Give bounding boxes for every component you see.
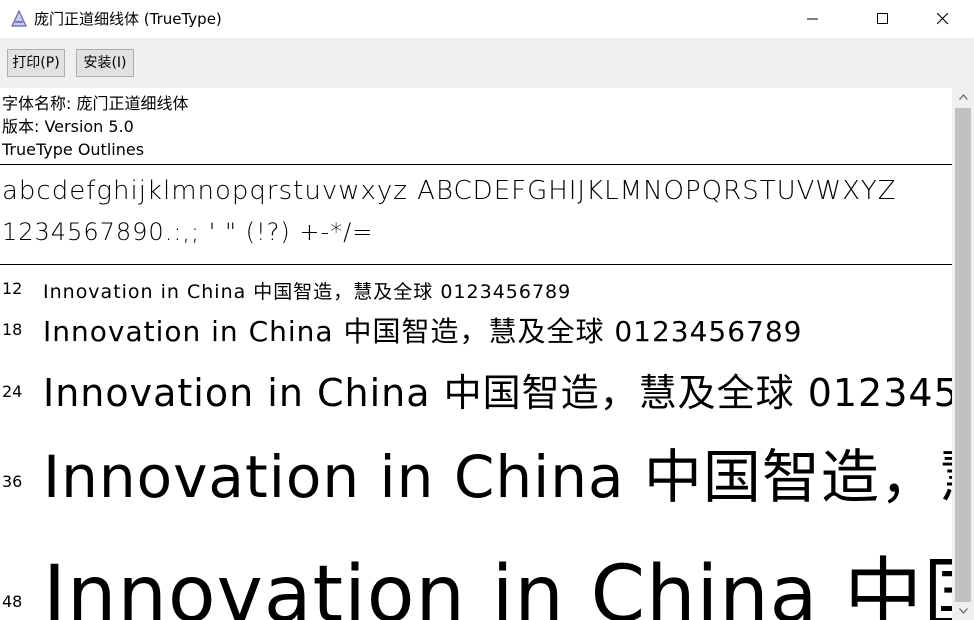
- sample-row-36: 36 Innovation in China 中国智造，慧及全球 0123456…: [0, 430, 952, 511]
- install-button[interactable]: 安装(I): [76, 49, 134, 77]
- scroll-thumb[interactable]: [955, 108, 971, 602]
- toolbar: 打印(P) 安装(I): [0, 38, 974, 88]
- font-version-label: 版本: Version 5.0: [2, 117, 134, 136]
- sample-row-48: 48 Innovation in China 中国智造，慧及全球 0123456…: [0, 528, 952, 620]
- charset-letters: abcdefghijklmnopqrstuvwxyz ABCDEFGHIJKLM…: [2, 176, 897, 206]
- print-button[interactable]: 打印(P): [7, 49, 65, 77]
- sample-text: Innovation in China 中国智造，慧及全球 0123456789: [43, 281, 572, 303]
- sample-size-label: 36: [2, 472, 23, 491]
- minimize-button[interactable]: [790, 0, 836, 38]
- sample-size-label: 12: [2, 279, 23, 298]
- sample-size-label: 24: [2, 382, 23, 401]
- sample-size-label: 48: [2, 592, 23, 611]
- sample-text: Innovation in China 中国智造，慧及全球 0123456789: [43, 315, 803, 348]
- maximize-icon: [877, 13, 888, 24]
- sample-row-24: 24 Innovation in China 中国智造，慧及全球 0123456…: [0, 360, 952, 420]
- chevron-up-icon: [958, 94, 968, 100]
- sample-row-12: 12 Innovation in China 中国智造，慧及全球 0123456…: [0, 275, 952, 305]
- sample-size-label: 18: [2, 320, 23, 339]
- sample-text: Innovation in China 中国智造，慧及全球 0123456789: [43, 550, 952, 620]
- divider: [0, 264, 952, 265]
- maximize-button[interactable]: [860, 0, 906, 38]
- scroll-down-button[interactable]: [952, 602, 974, 620]
- chevron-down-icon: [958, 608, 968, 614]
- font-name-label: 字体名称: 庞门正道细线体: [2, 94, 189, 113]
- window-title: 庞门正道细线体 (TrueType): [34, 10, 222, 28]
- title-bar: 庞门正道细线体 (TrueType): [0, 0, 974, 38]
- font-info: 字体名称: 庞门正道细线体 版本: Version 5.0 TrueType O…: [2, 92, 188, 161]
- divider: [0, 164, 952, 165]
- font-outline-label: TrueType Outlines: [2, 140, 145, 159]
- font-preview-pane: 字体名称: 庞门正道细线体 版本: Version 5.0 TrueType O…: [0, 88, 952, 620]
- close-button[interactable]: [920, 0, 966, 38]
- vertical-scrollbar[interactable]: [952, 88, 974, 620]
- sample-row-18: 18 Innovation in China 中国智造，慧及全球 0123456…: [0, 308, 952, 348]
- sample-text: Innovation in China 中国智造，慧及全球 0123456789: [43, 443, 952, 511]
- minimize-icon: [807, 18, 818, 20]
- sample-text: Innovation in China 中国智造，慧及全球 0123456789: [43, 371, 952, 415]
- charset-digits-symbols: 1234567890.:,; ' " (!?) +-*/=: [2, 218, 374, 246]
- font-viewer-icon: [10, 9, 28, 28]
- scroll-up-button[interactable]: [952, 88, 974, 106]
- close-icon: [937, 13, 949, 25]
